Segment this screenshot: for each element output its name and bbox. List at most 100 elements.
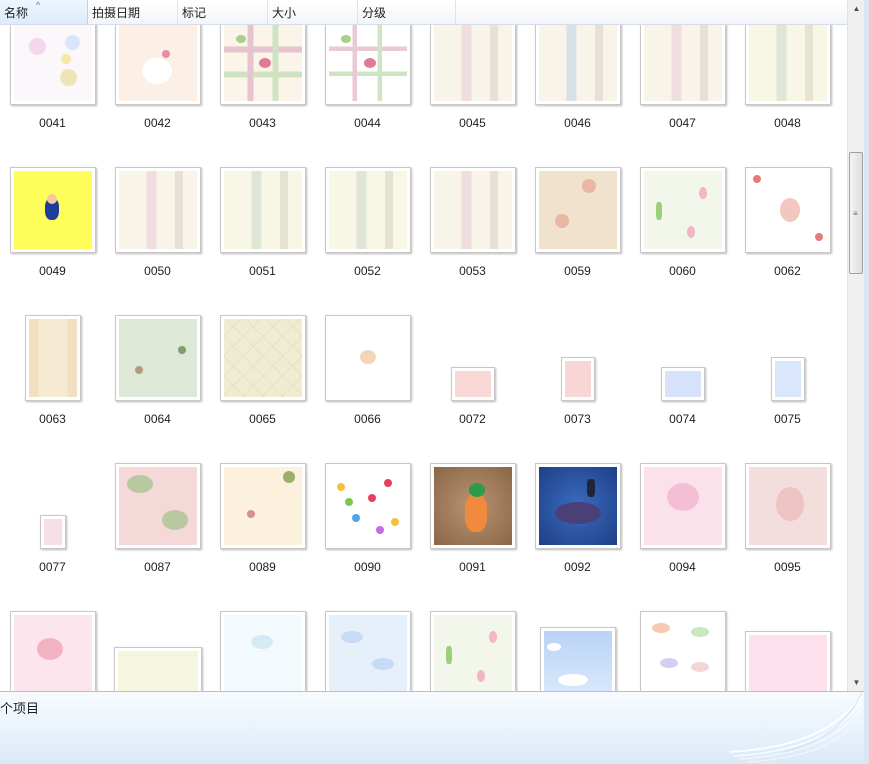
file-item[interactable]: 0074: [630, 273, 735, 426]
image-thumbnail[interactable]: [10, 25, 96, 105]
file-item[interactable]: 0050: [105, 125, 210, 278]
thumbnail-decoration: [375, 525, 384, 534]
file-item[interactable]: 0092: [525, 421, 630, 574]
thumbnail-image: [434, 25, 512, 101]
vertical-scrollbar[interactable]: ▲ ≡ ▼: [847, 0, 864, 691]
file-item[interactable]: 0064: [105, 273, 210, 426]
file-item[interactable]: 0077: [0, 421, 105, 574]
image-thumbnail[interactable]: [430, 25, 516, 105]
image-thumbnail[interactable]: [640, 611, 726, 691]
file-item[interactable]: 0047: [630, 25, 735, 130]
image-thumbnail[interactable]: [661, 367, 705, 401]
column-header-tags[interactable]: 标记: [178, 0, 268, 24]
file-item[interactable]: 0065: [210, 273, 315, 426]
file-item[interactable]: 0059: [525, 125, 630, 278]
image-thumbnail[interactable]: [540, 627, 616, 691]
image-thumbnail[interactable]: [430, 167, 516, 253]
file-item[interactable]: 0051: [210, 125, 315, 278]
column-header-date[interactable]: 拍摄日期: [88, 0, 178, 24]
thumbnail-decoration: [780, 198, 801, 223]
image-thumbnail[interactable]: [640, 167, 726, 253]
file-item[interactable]: 0060: [630, 125, 735, 278]
file-item[interactable]: 0090: [315, 421, 420, 574]
file-item[interactable]: 0049: [0, 125, 105, 278]
image-thumbnail[interactable]: [325, 167, 411, 253]
thumbnail-image: [775, 361, 801, 397]
image-thumbnail[interactable]: [220, 463, 306, 549]
file-item[interactable]: 0062: [735, 125, 840, 278]
image-thumbnail[interactable]: [430, 611, 516, 691]
image-thumbnail[interactable]: [535, 463, 621, 549]
image-thumbnail[interactable]: [745, 167, 831, 253]
thumbnail-image: [119, 25, 197, 101]
image-thumbnail[interactable]: [745, 25, 831, 105]
image-thumbnail[interactable]: [114, 647, 202, 691]
file-item[interactable]: 0043: [210, 25, 315, 130]
image-thumbnail[interactable]: [535, 25, 621, 105]
scroll-down-icon[interactable]: ▼: [848, 674, 865, 691]
file-item[interactable]: 0072: [420, 273, 525, 426]
image-thumbnail[interactable]: [561, 357, 595, 401]
image-thumbnail[interactable]: [220, 167, 306, 253]
file-item[interactable]: 0045: [420, 25, 525, 130]
file-item[interactable]: [0, 569, 105, 691]
thumbnail-image: [665, 371, 701, 397]
file-item[interactable]: [210, 569, 315, 691]
image-thumbnail[interactable]: [430, 463, 516, 549]
file-item[interactable]: 0091: [420, 421, 525, 574]
image-thumbnail[interactable]: [10, 611, 96, 691]
image-thumbnail[interactable]: [40, 515, 66, 549]
thumbnail-decoration: [126, 474, 153, 493]
file-item[interactable]: [315, 569, 420, 691]
file-item[interactable]: 0087: [105, 421, 210, 574]
file-item[interactable]: [735, 569, 840, 691]
image-thumbnail[interactable]: [220, 315, 306, 401]
column-header-rating[interactable]: 分级: [358, 0, 456, 24]
file-item[interactable]: 0089: [210, 421, 315, 574]
file-item[interactable]: 0063: [0, 273, 105, 426]
image-thumbnail[interactable]: [325, 463, 411, 549]
image-thumbnail[interactable]: [220, 611, 306, 691]
file-item[interactable]: 0046: [525, 25, 630, 130]
file-item[interactable]: [630, 569, 735, 691]
image-thumbnail[interactable]: [325, 611, 411, 691]
file-item[interactable]: 0075: [735, 273, 840, 426]
file-item[interactable]: 0053: [420, 125, 525, 278]
file-item[interactable]: [525, 569, 630, 691]
file-item[interactable]: 0041: [0, 25, 105, 130]
scrollbar-thumb[interactable]: ≡: [849, 152, 863, 274]
image-thumbnail[interactable]: [115, 315, 201, 401]
image-thumbnail[interactable]: [115, 463, 201, 549]
thumbnail-image: [224, 25, 302, 101]
file-item[interactable]: 0094: [630, 421, 735, 574]
file-item[interactable]: [105, 569, 210, 691]
image-thumbnail[interactable]: [745, 631, 831, 691]
image-thumbnail[interactable]: [771, 357, 805, 401]
image-thumbnail[interactable]: [325, 25, 411, 105]
image-thumbnail[interactable]: [220, 25, 306, 105]
column-header-size[interactable]: 大小: [268, 0, 358, 24]
image-thumbnail[interactable]: [535, 167, 621, 253]
image-thumbnail[interactable]: [115, 25, 201, 105]
thumbnail-decoration: [383, 478, 392, 487]
file-item[interactable]: [420, 569, 525, 691]
image-thumbnail[interactable]: [10, 167, 96, 253]
image-thumbnail[interactable]: [640, 25, 726, 105]
image-thumbnail[interactable]: [451, 367, 495, 401]
file-item[interactable]: 0066: [315, 273, 420, 426]
file-item[interactable]: 0048: [735, 25, 840, 130]
image-thumbnail[interactable]: [640, 463, 726, 549]
file-item[interactable]: 0044: [315, 25, 420, 130]
thumbnail-decoration: [581, 178, 596, 193]
image-thumbnail[interactable]: [325, 315, 411, 401]
scroll-up-icon[interactable]: ▲: [848, 0, 865, 17]
column-header-name[interactable]: 名称 ^: [0, 0, 88, 24]
image-thumbnail[interactable]: [115, 167, 201, 253]
image-thumbnail[interactable]: [25, 315, 81, 401]
image-thumbnail[interactable]: [745, 463, 831, 549]
file-item[interactable]: 0052: [315, 125, 420, 278]
file-item[interactable]: 0042: [105, 25, 210, 130]
file-item[interactable]: 0095: [735, 421, 840, 574]
file-item[interactable]: 0073: [525, 273, 630, 426]
thumbnail-decoration: [336, 482, 345, 491]
